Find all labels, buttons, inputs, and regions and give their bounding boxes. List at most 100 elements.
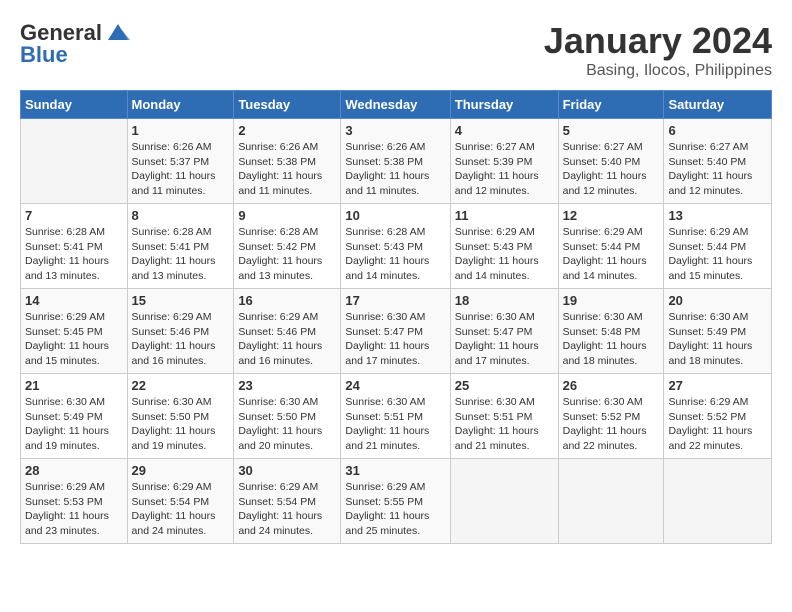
day-number: 10	[345, 208, 445, 223]
calendar-cell: 28 Sunrise: 6:29 AM Sunset: 5:53 PM Dayli…	[21, 459, 128, 544]
day-info: Sunrise: 6:27 AM Sunset: 5:39 PM Dayligh…	[455, 140, 554, 199]
day-number: 22	[132, 378, 230, 393]
day-info: Sunrise: 6:29 AM Sunset: 5:44 PM Dayligh…	[563, 225, 660, 284]
day-number: 6	[668, 123, 767, 138]
day-info: Sunrise: 6:30 AM Sunset: 5:50 PM Dayligh…	[132, 395, 230, 454]
calendar-cell	[558, 459, 664, 544]
calendar-cell: 8Sunrise: 6:28 AM Sunset: 5:41 PM Daylig…	[127, 204, 234, 289]
calendar-cell: 22 Sunrise: 6:30 AM Sunset: 5:50 PM Dayli…	[127, 374, 234, 459]
calendar-cell: 9Sunrise: 6:28 AM Sunset: 5:42 PM Daylig…	[234, 204, 341, 289]
calendar-table: SundayMondayTuesdayWednesdayThursdayFrid…	[20, 90, 772, 544]
calendar-cell: 6Sunrise: 6:27 AM Sunset: 5:40 PM Daylig…	[664, 119, 772, 204]
header-row: SundayMondayTuesdayWednesdayThursdayFrid…	[21, 91, 772, 119]
calendar-cell: 26Sunrise: 6:30 AM Sunset: 5:52 PM Dayli…	[558, 374, 664, 459]
day-number: 17	[345, 293, 445, 308]
page-header: General Blue January 2024 Basing, Ilocos…	[20, 20, 772, 80]
day-number: 11	[455, 208, 554, 223]
day-number: 16	[238, 293, 336, 308]
day-info: Sunrise: 6:29 AM Sunset: 5:46 PM Dayligh…	[238, 310, 336, 369]
day-info: Sunrise: 6:30 AM Sunset: 5:49 PM Dayligh…	[25, 395, 123, 454]
logo: General Blue	[20, 20, 132, 68]
day-info: Sunrise: 6:27 AM Sunset: 5:40 PM Dayligh…	[563, 140, 660, 199]
header-thursday: Thursday	[450, 91, 558, 119]
week-row-2: 7Sunrise: 6:28 AM Sunset: 5:41 PM Daylig…	[21, 204, 772, 289]
day-info: Sunrise: 6:30 AM Sunset: 5:47 PM Dayligh…	[455, 310, 554, 369]
header-friday: Friday	[558, 91, 664, 119]
day-number: 27	[668, 378, 767, 393]
day-number: 21	[25, 378, 123, 393]
day-info: Sunrise: 6:30 AM Sunset: 5:52 PM Dayligh…	[563, 395, 660, 454]
calendar-cell	[450, 459, 558, 544]
day-info: Sunrise: 6:28 AM Sunset: 5:43 PM Dayligh…	[345, 225, 445, 284]
header-monday: Monday	[127, 91, 234, 119]
day-number: 4	[455, 123, 554, 138]
day-number: 24	[345, 378, 445, 393]
day-info: Sunrise: 6:26 AM Sunset: 5:38 PM Dayligh…	[238, 140, 336, 199]
week-row-1: 1 Sunrise: 6:26 AM Sunset: 5:37 PM Daylig…	[21, 119, 772, 204]
day-number: 18	[455, 293, 554, 308]
header-saturday: Saturday	[664, 91, 772, 119]
day-number: 5	[563, 123, 660, 138]
day-info: Sunrise: 6:29 AM Sunset: 5:53 PM Dayligh…	[25, 480, 123, 539]
day-info: Sunrise: 6:29 AM Sunset: 5:44 PM Dayligh…	[668, 225, 767, 284]
calendar-cell: 24 Sunrise: 6:30 AM Sunset: 5:51 PM Dayli…	[341, 374, 450, 459]
header-wednesday: Wednesday	[341, 91, 450, 119]
day-info: Sunrise: 6:30 AM Sunset: 5:47 PM Dayligh…	[345, 310, 445, 369]
location: Basing, Ilocos, Philippines	[544, 62, 772, 80]
day-number: 28	[25, 463, 123, 478]
day-number: 15	[132, 293, 230, 308]
day-number: 31	[345, 463, 445, 478]
day-number: 12	[563, 208, 660, 223]
week-row-3: 14Sunrise: 6:29 AM Sunset: 5:45 PM Dayli…	[21, 289, 772, 374]
calendar-cell: 31 Sunrise: 6:29 AM Sunset: 5:55 PM Dayli…	[341, 459, 450, 544]
day-number: 29	[132, 463, 230, 478]
calendar-cell: 21 Sunrise: 6:30 AM Sunset: 5:49 PM Dayli…	[21, 374, 128, 459]
logo-blue: Blue	[20, 42, 68, 68]
day-number: 13	[668, 208, 767, 223]
day-info: Sunrise: 6:29 AM Sunset: 5:52 PM Dayligh…	[668, 395, 767, 454]
day-info: Sunrise: 6:29 AM Sunset: 5:54 PM Dayligh…	[238, 480, 336, 539]
header-sunday: Sunday	[21, 91, 128, 119]
calendar-cell: 7Sunrise: 6:28 AM Sunset: 5:41 PM Daylig…	[21, 204, 128, 289]
calendar-cell: 12 Sunrise: 6:29 AM Sunset: 5:44 PM Dayli…	[558, 204, 664, 289]
calendar-cell: 25Sunrise: 6:30 AM Sunset: 5:51 PM Dayli…	[450, 374, 558, 459]
day-number: 23	[238, 378, 336, 393]
calendar-cell: 16 Sunrise: 6:29 AM Sunset: 5:46 PM Dayli…	[234, 289, 341, 374]
day-info: Sunrise: 6:30 AM Sunset: 5:48 PM Dayligh…	[563, 310, 660, 369]
day-number: 2	[238, 123, 336, 138]
calendar-cell: 2 Sunrise: 6:26 AM Sunset: 5:38 PM Daylig…	[234, 119, 341, 204]
day-info: Sunrise: 6:30 AM Sunset: 5:50 PM Dayligh…	[238, 395, 336, 454]
calendar-cell: 23 Sunrise: 6:30 AM Sunset: 5:50 PM Dayli…	[234, 374, 341, 459]
day-info: Sunrise: 6:28 AM Sunset: 5:41 PM Dayligh…	[132, 225, 230, 284]
calendar-cell: 5 Sunrise: 6:27 AM Sunset: 5:40 PM Daylig…	[558, 119, 664, 204]
day-number: 9	[238, 208, 336, 223]
day-number: 25	[455, 378, 554, 393]
calendar-cell	[664, 459, 772, 544]
day-number: 30	[238, 463, 336, 478]
logo-icon	[104, 22, 132, 44]
calendar-cell: 4 Sunrise: 6:27 AM Sunset: 5:39 PM Daylig…	[450, 119, 558, 204]
calendar-cell: 17 Sunrise: 6:30 AM Sunset: 5:47 PM Dayli…	[341, 289, 450, 374]
calendar-cell: 30 Sunrise: 6:29 AM Sunset: 5:54 PM Dayli…	[234, 459, 341, 544]
month-title: January 2024	[544, 20, 772, 62]
day-info: Sunrise: 6:29 AM Sunset: 5:55 PM Dayligh…	[345, 480, 445, 539]
calendar-cell: 3Sunrise: 6:26 AM Sunset: 5:38 PM Daylig…	[341, 119, 450, 204]
calendar-cell: 14Sunrise: 6:29 AM Sunset: 5:45 PM Dayli…	[21, 289, 128, 374]
day-info: Sunrise: 6:29 AM Sunset: 5:45 PM Dayligh…	[25, 310, 123, 369]
calendar-cell: 29Sunrise: 6:29 AM Sunset: 5:54 PM Dayli…	[127, 459, 234, 544]
calendar-cell: 19Sunrise: 6:30 AM Sunset: 5:48 PM Dayli…	[558, 289, 664, 374]
day-info: Sunrise: 6:29 AM Sunset: 5:46 PM Dayligh…	[132, 310, 230, 369]
calendar-cell: 18 Sunrise: 6:30 AM Sunset: 5:47 PM Dayli…	[450, 289, 558, 374]
day-info: Sunrise: 6:26 AM Sunset: 5:37 PM Dayligh…	[132, 140, 230, 199]
day-info: Sunrise: 6:29 AM Sunset: 5:43 PM Dayligh…	[455, 225, 554, 284]
calendar-cell: 13 Sunrise: 6:29 AM Sunset: 5:44 PM Dayli…	[664, 204, 772, 289]
day-info: Sunrise: 6:30 AM Sunset: 5:51 PM Dayligh…	[345, 395, 445, 454]
calendar-cell: 1 Sunrise: 6:26 AM Sunset: 5:37 PM Daylig…	[127, 119, 234, 204]
day-number: 20	[668, 293, 767, 308]
day-number: 1	[132, 123, 230, 138]
calendar-cell	[21, 119, 128, 204]
calendar-cell: 10 Sunrise: 6:28 AM Sunset: 5:43 PM Dayli…	[341, 204, 450, 289]
calendar-cell: 11 Sunrise: 6:29 AM Sunset: 5:43 PM Dayli…	[450, 204, 558, 289]
week-row-4: 21 Sunrise: 6:30 AM Sunset: 5:49 PM Dayli…	[21, 374, 772, 459]
day-info: Sunrise: 6:28 AM Sunset: 5:41 PM Dayligh…	[25, 225, 123, 284]
